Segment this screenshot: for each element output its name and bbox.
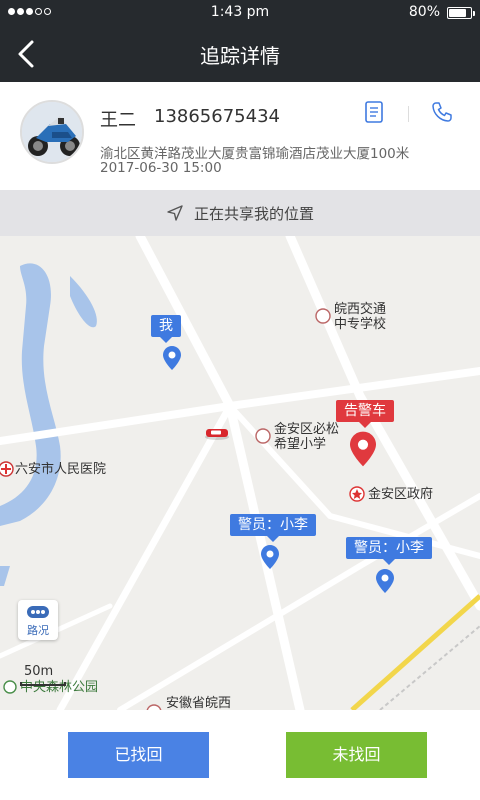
alarm-car-callout[interactable]: 告警车 bbox=[336, 400, 394, 428]
map-scale-label: 50m bbox=[24, 664, 54, 679]
officer-callout-1[interactable]: 警员：小李 bbox=[230, 514, 316, 542]
divider bbox=[408, 106, 409, 122]
school-label-line2: 中专学校 bbox=[334, 317, 387, 332]
contact-address: 渝北区黄洋路茂业大厦贵富锦瑜酒店茂业大厦100米 bbox=[100, 146, 410, 162]
battery-percent: 80% bbox=[408, 4, 440, 20]
contact-name: 王二 bbox=[100, 110, 136, 131]
map-scale-bar bbox=[20, 682, 66, 686]
contact-card: 王二 13865675434 渝北区黄洋路茂业大厦贵富锦瑜酒店茂业大厦100米 … bbox=[0, 82, 480, 188]
phone-icon bbox=[432, 102, 452, 122]
bottom-place-label: 安徽省皖西 bbox=[166, 696, 232, 710]
battery-icon bbox=[447, 7, 475, 19]
sharing-text: 正在共享我的位置 bbox=[193, 204, 314, 223]
found-button[interactable]: 已找回 bbox=[68, 732, 209, 778]
not-found-button[interactable]: 未找回 bbox=[286, 732, 427, 778]
avatar[interactable] bbox=[20, 100, 84, 164]
park-poi-icon bbox=[3, 680, 17, 694]
call-button[interactable] bbox=[430, 100, 454, 124]
page-title: 追踪详情 bbox=[200, 44, 280, 68]
document-button[interactable] bbox=[362, 100, 386, 124]
traffic-label: 路况 bbox=[27, 624, 49, 637]
red-pin-icon[interactable] bbox=[350, 431, 376, 467]
hospital-label: 六安市人民医院 bbox=[15, 462, 107, 477]
railway bbox=[350, 594, 480, 710]
location-sharing-bar: 正在共享我的位置 bbox=[0, 190, 480, 236]
blue-pin-icon[interactable] bbox=[261, 545, 279, 569]
school-label: 皖西交通 中专学校 bbox=[334, 302, 386, 332]
motorcycle-avatar bbox=[22, 102, 82, 162]
officer-callout-2[interactable]: 警员：小李 bbox=[346, 537, 432, 565]
blue-pin-icon[interactable] bbox=[376, 569, 394, 593]
river-bit bbox=[0, 566, 10, 586]
primary-school-label: 金安区必松 希望小学 bbox=[274, 422, 339, 452]
primary-school-poi-icon bbox=[255, 428, 271, 444]
map-view[interactable]: 皖西交通 中专学校 金安区必松 希望小学 六安市人民医院 金安区政府 中央森林公… bbox=[0, 236, 480, 710]
government-label: 金安区政府 bbox=[368, 487, 434, 502]
school-label-line1: 皖西交通 bbox=[334, 302, 387, 317]
pond bbox=[70, 276, 97, 328]
river bbox=[0, 263, 61, 526]
navigation-arrow-icon bbox=[167, 205, 183, 221]
document-icon bbox=[365, 101, 383, 123]
me-callout[interactable]: 我 bbox=[151, 315, 181, 343]
traffic-toggle-button[interactable]: 路况 bbox=[18, 600, 58, 640]
car-icon bbox=[205, 429, 229, 440]
primary-label-line1: 金安区必松 bbox=[274, 422, 340, 437]
status-bar: 1:43 pm 80% bbox=[0, 0, 480, 24]
contact-datetime: 2017-06-30 15:00 bbox=[100, 160, 222, 176]
traffic-icon bbox=[27, 606, 49, 618]
top-bar: 1:43 pm 80% 追踪详情 bbox=[0, 0, 480, 82]
blue-pin-icon[interactable] bbox=[163, 346, 181, 370]
school-poi-icon bbox=[315, 308, 331, 324]
primary-label-line2: 希望小学 bbox=[274, 437, 327, 452]
bottom-actions: 已找回 未找回 bbox=[0, 710, 480, 800]
contact-phone: 13865675434 bbox=[154, 106, 280, 127]
